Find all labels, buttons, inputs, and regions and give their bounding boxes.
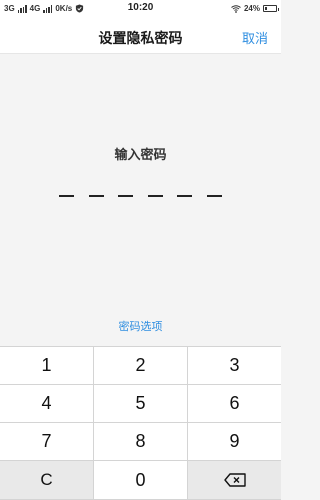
- digit-label: 8: [135, 431, 146, 451]
- digit-key-3[interactable]: 3: [188, 347, 281, 384]
- pin-slot: [206, 195, 222, 197]
- digit-label: 2: [135, 355, 146, 375]
- pin-input-slots[interactable]: [59, 195, 223, 201]
- digit-key-4[interactable]: 4: [0, 385, 93, 422]
- digit-label: 4: [41, 393, 52, 413]
- password-prompt: 输入密码: [114, 147, 167, 162]
- battery-percent: 24%: [243, 4, 260, 13]
- pin-slot: [177, 195, 192, 197]
- pin-slot: [147, 195, 163, 197]
- clear-label: C: [40, 470, 53, 489]
- status-right: 24%: [231, 4, 279, 13]
- digit-label: 0: [135, 469, 146, 490]
- backspace-button[interactable]: [188, 461, 281, 499]
- digit-key-7[interactable]: 7: [0, 423, 93, 460]
- digit-key-5[interactable]: 5: [94, 385, 187, 422]
- digit-key-9[interactable]: 9: [188, 423, 281, 460]
- digit-label: 1: [41, 355, 52, 375]
- digit-label: 5: [135, 393, 146, 413]
- digit-label: 6: [229, 393, 240, 413]
- backspace-icon: [223, 473, 246, 487]
- digit-label: 3: [229, 355, 240, 375]
- digit-label: 7: [41, 431, 52, 451]
- password-options-link[interactable]: 密码选项: [0, 318, 281, 334]
- digit-key-1[interactable]: 1: [0, 347, 93, 384]
- battery-icon: [263, 5, 279, 12]
- cancel-button[interactable]: 取消: [242, 28, 268, 47]
- digit-label: 9: [229, 431, 240, 451]
- numeric-keypad: 1 2 3 4 5 6 7 8 9 C 0: [0, 346, 281, 500]
- status-bar: 3G 4G 0K/s 10:20 24%: [0, 0, 281, 18]
- wifi-icon: [231, 4, 241, 13]
- navigation-bar: 设置隐私密码 取消: [0, 18, 281, 54]
- password-entry-area: 输入密码 密码选项: [0, 55, 281, 345]
- digit-key-8[interactable]: 8: [94, 423, 187, 460]
- pin-slot: [59, 195, 74, 197]
- page-title: 设置隐私密码: [98, 30, 183, 46]
- pin-slot: [88, 195, 104, 197]
- digit-key-0[interactable]: 0: [94, 461, 187, 499]
- digit-key-6[interactable]: 6: [188, 385, 281, 422]
- digit-key-2[interactable]: 2: [94, 347, 187, 384]
- pin-slot: [118, 195, 133, 197]
- clear-button[interactable]: C: [0, 461, 93, 499]
- battery-level: [265, 7, 268, 10]
